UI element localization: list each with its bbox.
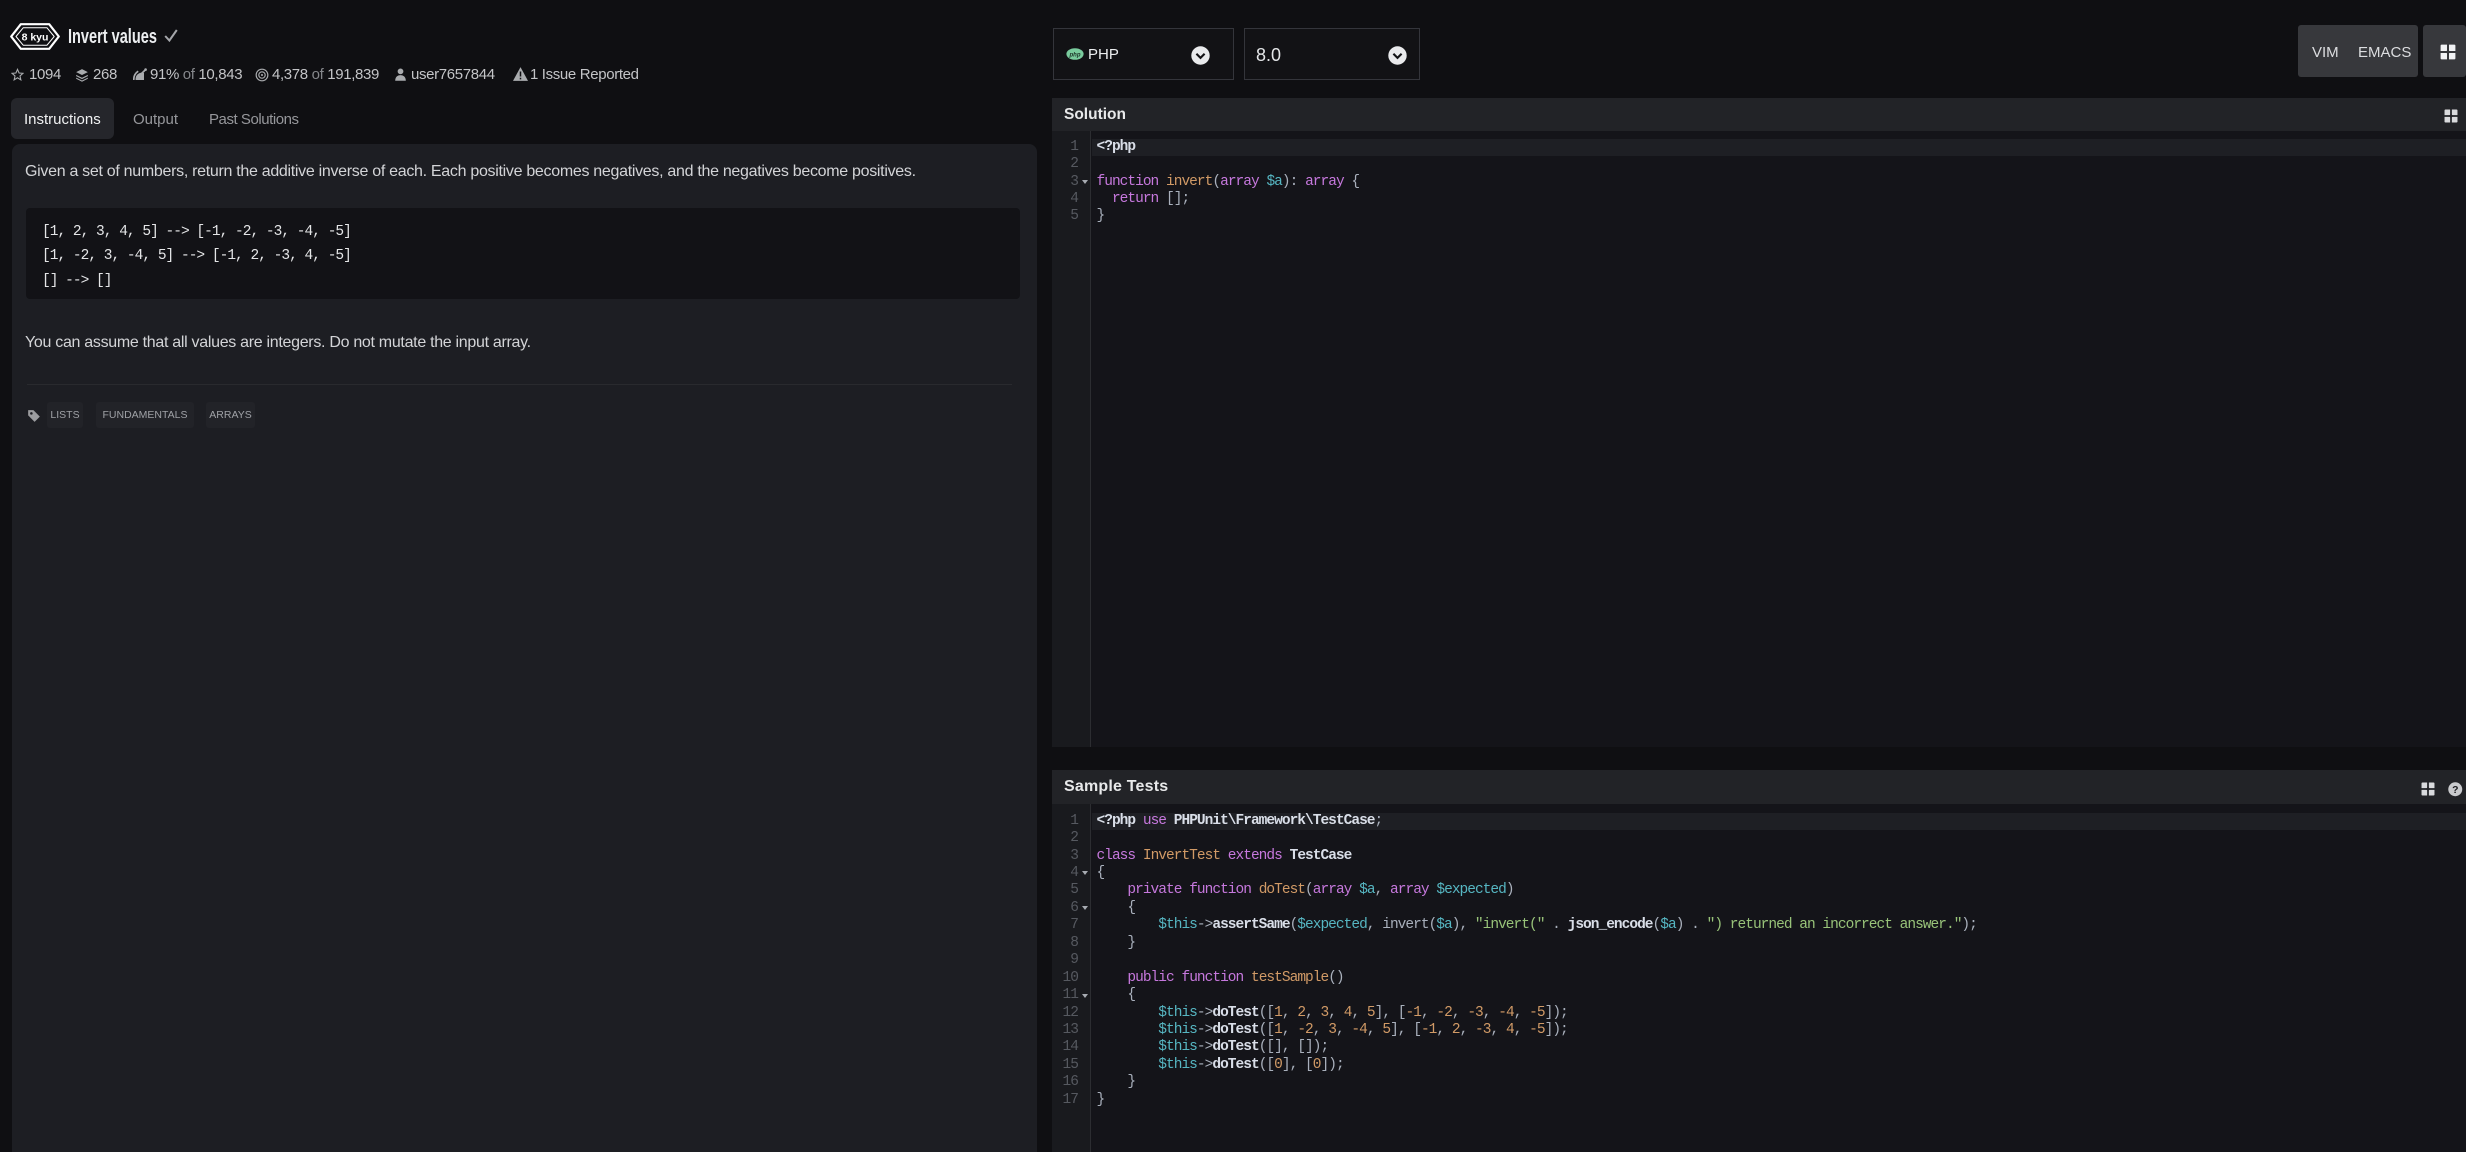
- svg-text:?: ?: [2452, 785, 2458, 796]
- svg-text:php: php: [1069, 52, 1081, 58]
